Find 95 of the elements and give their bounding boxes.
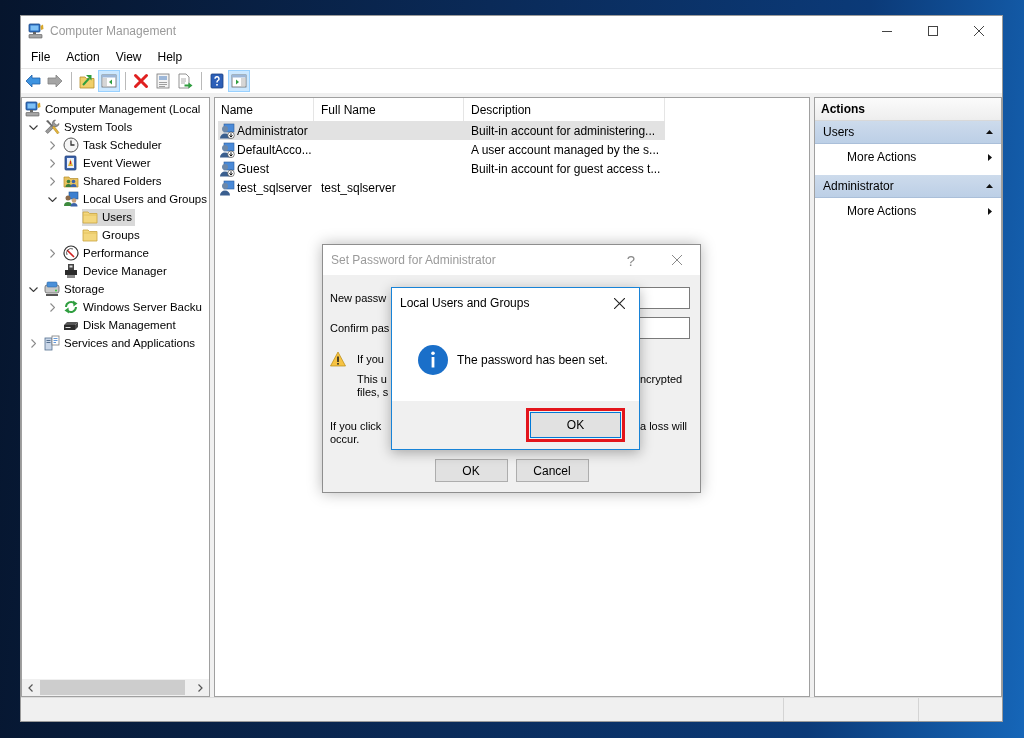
action-link[interactable]: More Actions xyxy=(815,198,1001,224)
folder-up-arrow-icon xyxy=(79,73,95,89)
tree-item[interactable]: Storage xyxy=(44,280,108,298)
maximize-icon xyxy=(928,26,938,36)
expand-chevron-icon[interactable] xyxy=(31,338,36,348)
collapse-chevron-icon[interactable] xyxy=(29,286,38,292)
expand-chevron-icon[interactable] xyxy=(50,158,55,168)
x-mark-icon xyxy=(133,73,149,89)
close-icon xyxy=(672,255,682,265)
table-cell: Guest xyxy=(237,161,269,176)
gauge-icon xyxy=(63,245,79,261)
menu-item[interactable]: Action xyxy=(58,46,108,68)
log-book-icon xyxy=(63,155,79,171)
dialog-text: occur. xyxy=(330,433,360,446)
printer-icon xyxy=(63,263,79,279)
password-field[interactable] xyxy=(640,287,690,309)
menu-item[interactable]: Help xyxy=(149,46,191,68)
tree-item[interactable]: Event Viewer xyxy=(63,154,154,172)
back-arrow-icon xyxy=(25,73,41,89)
clock-icon xyxy=(63,137,79,153)
collapse-chevron-icon[interactable] xyxy=(29,124,38,130)
document-arrow-icon xyxy=(177,73,193,89)
scrollbar-thumb[interactable] xyxy=(40,680,185,695)
dialog-text: ncrypted xyxy=(640,373,684,386)
wrench-icon xyxy=(44,119,60,135)
scroll-right-icon[interactable] xyxy=(198,683,203,692)
menu-item[interactable]: View xyxy=(107,46,150,68)
tree-item[interactable]: Task Scheduler xyxy=(63,136,165,154)
dialog-text: files, s xyxy=(357,386,389,399)
table-cell: Administrator xyxy=(237,123,308,138)
warning-icon xyxy=(330,351,346,367)
sync-arrows-icon xyxy=(63,299,79,315)
collapse-chevron-icon[interactable] xyxy=(48,196,57,202)
computer-icon xyxy=(28,23,44,39)
table-cell: A user account managed by the s... xyxy=(471,142,660,157)
message-text: The password has been set. xyxy=(457,352,608,367)
section-header[interactable]: Users xyxy=(815,121,1001,144)
close-icon xyxy=(974,26,984,36)
tree-item[interactable]: Disk Management xyxy=(63,316,179,334)
dialog-button[interactable]: Cancel xyxy=(515,459,589,482)
folder-icon xyxy=(82,227,98,243)
tree-item[interactable]: Performance xyxy=(63,244,152,262)
tree-item[interactable]: Device Manager xyxy=(63,262,170,280)
dialog-title: Set Password for Administrator xyxy=(330,253,497,267)
ok-button[interactable]: OK xyxy=(530,412,621,438)
tree-item[interactable]: Users xyxy=(82,208,136,226)
caret-right-icon xyxy=(988,207,992,215)
tree-item[interactable]: Groups xyxy=(82,226,143,244)
password-field[interactable] xyxy=(640,317,690,339)
help-button[interactable]: ? xyxy=(608,245,654,275)
drive-icon xyxy=(44,281,60,297)
dialog-text: If you xyxy=(357,352,384,366)
scroll-left-icon[interactable] xyxy=(28,683,33,692)
close-icon xyxy=(613,297,625,309)
dialog-button[interactable]: OK xyxy=(434,459,508,482)
table-cell: DefaultAcco... xyxy=(237,142,312,157)
tree-item[interactable]: Shared Folders xyxy=(63,172,165,190)
minimize-icon xyxy=(882,30,892,32)
section-header[interactable]: Administrator xyxy=(815,175,1001,198)
shared-folder-icon xyxy=(63,173,79,189)
tree-item[interactable]: Windows Server Backu xyxy=(63,298,205,316)
user-row[interactable]: test_sqlserver test_sqlserver xyxy=(218,178,665,197)
field-label: Confirm pas xyxy=(330,322,391,334)
expand-chevron-icon[interactable] xyxy=(50,140,55,150)
folder-icon xyxy=(82,209,98,225)
field-label: New passw xyxy=(330,292,388,304)
info-icon xyxy=(418,344,448,375)
window-panes-icon xyxy=(231,73,247,89)
expand-chevron-icon[interactable] xyxy=(50,302,55,312)
users-icon xyxy=(63,191,79,207)
sheet-icon xyxy=(155,73,171,89)
window-panes-icon xyxy=(101,73,117,89)
table-cell: test_sqlserver xyxy=(321,180,396,195)
table-cell: Built-in account for guest access t... xyxy=(471,161,661,176)
dialog-text: a loss will xyxy=(640,420,689,433)
computer-icon xyxy=(25,101,41,117)
table-cell: test_sqlserver xyxy=(237,180,312,195)
expand-chevron-icon[interactable] xyxy=(50,248,55,258)
dialog-title: Local Users and Groups xyxy=(400,296,531,310)
server-icon xyxy=(44,335,60,351)
tree-item[interactable]: Computer Management (Local xyxy=(25,100,204,118)
table-cell: Built-in account for administering... xyxy=(471,123,656,138)
menu-item[interactable]: File xyxy=(23,46,59,68)
window-title: Computer Management xyxy=(50,24,178,38)
tree-item[interactable]: System Tools xyxy=(44,118,136,136)
dialog-text: If you click xyxy=(330,420,382,433)
tree-item[interactable]: Local Users and Groups xyxy=(63,190,210,208)
caret-right-icon xyxy=(988,153,992,161)
expand-chevron-icon[interactable] xyxy=(50,176,55,186)
pane-title: Actions xyxy=(815,98,1001,121)
tree-item[interactable]: Services and Applications xyxy=(44,334,199,352)
help-icon xyxy=(209,73,225,89)
forward-arrow-icon xyxy=(47,73,63,89)
dialog-text: This u xyxy=(357,373,387,386)
action-link[interactable]: More Actions xyxy=(815,144,1001,170)
